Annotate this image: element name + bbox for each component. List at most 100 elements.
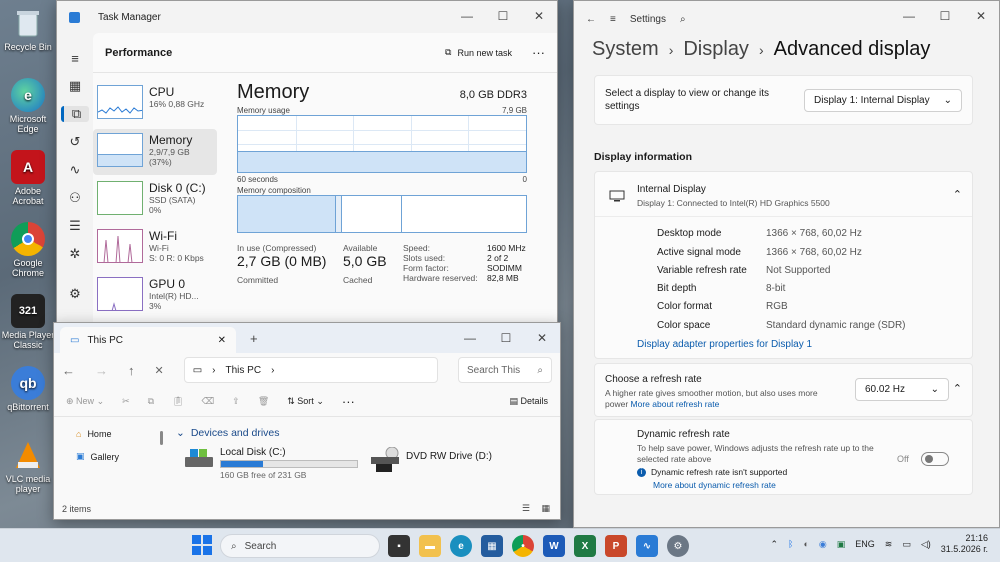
startup-apps-icon[interactable]: ∿ bbox=[70, 162, 81, 178]
close-icon[interactable]: ✕ bbox=[521, 1, 557, 31]
minimize-icon[interactable]: — bbox=[449, 1, 485, 31]
desktop-icon-vlc[interactable]: VLC media player bbox=[0, 438, 56, 494]
store-icon[interactable]: ▦ bbox=[481, 535, 503, 557]
gpu-thumbnail bbox=[97, 277, 143, 311]
drive-c[interactable]: Local Disk (C:) 160 GB free of 231 GB bbox=[184, 447, 358, 480]
info-key: Bit depth bbox=[657, 283, 697, 294]
drive-d[interactable]: DVD RW Drive (D:) bbox=[370, 446, 492, 476]
task-manager-icon[interactable]: ∿ bbox=[636, 535, 658, 557]
tray-app-icon[interactable]: ▣ bbox=[837, 539, 846, 550]
tiles-view-icon[interactable]: ▦ bbox=[541, 503, 550, 514]
tab-this-pc[interactable]: ▭ This PC ✕ bbox=[60, 327, 236, 353]
new-tab-icon[interactable]: + bbox=[250, 331, 258, 346]
perf-item-wifi[interactable]: Wi-Fi Wi-Fi S: 0 R: 0 Kbps bbox=[93, 225, 217, 271]
settings-gear-icon[interactable]: ⚙ bbox=[69, 286, 81, 302]
perf-item-disk[interactable]: Disk 0 (C:) SSD (SATA) 0% bbox=[93, 177, 217, 223]
close-icon[interactable]: ✕ bbox=[963, 1, 999, 31]
dynamic-refresh-title: Dynamic refresh rate bbox=[637, 429, 730, 440]
settings-gear-icon[interactable]: ⚙ bbox=[667, 535, 689, 557]
hamburger-menu-icon[interactable]: ≡ bbox=[71, 51, 79, 66]
desktop-icon-recycle-bin[interactable]: Recycle Bin bbox=[0, 6, 56, 52]
desktop-icon-qbittorrent[interactable]: qb qBittorrent bbox=[0, 366, 56, 412]
performance-icon[interactable]: ⧉ bbox=[61, 106, 89, 122]
new-button[interactable]: ⊕ New ⌄ bbox=[66, 396, 104, 407]
copy-icon[interactable]: ⧉ bbox=[148, 396, 154, 407]
perf-item-gpu[interactable]: GPU 0 Intel(R) HD... 3% bbox=[93, 273, 217, 319]
clock[interactable]: 21:16 31.5.2026 г. bbox=[941, 533, 988, 555]
hamburger-menu-icon[interactable]: ≡ bbox=[610, 14, 616, 25]
delete-icon[interactable]: 🗑︎ bbox=[258, 396, 269, 407]
desktop-icon-edge[interactable]: e Microsoft Edge bbox=[0, 78, 56, 134]
paste-icon[interactable]: 📋︎ bbox=[172, 396, 183, 407]
taskbar-search[interactable]: ⌕ Search bbox=[220, 534, 380, 558]
display-select-dropdown[interactable]: Display 1: Internal Display ⌄ bbox=[804, 88, 962, 112]
processes-icon[interactable]: ▦ bbox=[69, 78, 81, 94]
volume-icon[interactable]: ◁) bbox=[921, 539, 931, 550]
dynamic-refresh-toggle[interactable] bbox=[921, 452, 949, 466]
desktop-icon-mpc[interactable]: 321 Media Player Classic bbox=[0, 294, 56, 350]
minimize-icon[interactable]: — bbox=[891, 1, 927, 31]
devices-section-header[interactable]: ⌄ Devices and drives bbox=[176, 427, 560, 439]
users-icon[interactable]: ⚇ bbox=[69, 190, 81, 206]
file-explorer-icon[interactable]: ▬ bbox=[419, 535, 441, 557]
wifi-icon[interactable]: ≋ bbox=[885, 539, 893, 550]
refresh-rate-link[interactable]: More about refresh rate bbox=[631, 399, 720, 409]
run-new-task-button[interactable]: ⧉ Run new task bbox=[445, 47, 512, 58]
chevron-up-icon[interactable]: ⌃ bbox=[953, 382, 962, 395]
perf-item-cpu[interactable]: CPU 16% 0,88 GHz bbox=[93, 81, 217, 127]
rename-icon[interactable]: ⌫ bbox=[202, 396, 215, 407]
qbittorrent-tray-icon[interactable]: ◉ bbox=[819, 539, 827, 550]
forward-arrow-icon[interactable]: → bbox=[95, 363, 108, 378]
nav-pane-scrollbar[interactable] bbox=[160, 431, 163, 445]
address-bar[interactable]: ▭ › This PC › bbox=[183, 357, 438, 383]
start-button[interactable] bbox=[192, 535, 212, 558]
nav-item-gallery[interactable]: ▣ Gallery bbox=[76, 451, 162, 462]
bluetooth-icon[interactable]: ᛒ bbox=[788, 539, 793, 549]
powerpoint-icon[interactable]: P bbox=[605, 535, 627, 557]
refresh-rate-dropdown[interactable]: 60.02 Hz ⌄ bbox=[855, 378, 949, 401]
chrome-icon[interactable]: • bbox=[512, 535, 534, 557]
details-view-icon[interactable]: ☰ bbox=[522, 503, 530, 514]
chevron-up-icon[interactable]: ⌃ bbox=[771, 539, 779, 550]
maximize-icon[interactable]: ☐ bbox=[927, 1, 963, 31]
services-icon[interactable]: ✲ bbox=[70, 246, 81, 262]
up-arrow-icon[interactable]: ↑ bbox=[128, 363, 135, 378]
minimize-icon[interactable]: — bbox=[452, 323, 488, 353]
share-icon[interactable]: ⇪ bbox=[232, 396, 240, 407]
back-arrow-icon[interactable]: ← bbox=[62, 363, 75, 378]
nav-item-home[interactable]: ⌂ Home bbox=[76, 429, 162, 439]
breadcrumb-system[interactable]: System bbox=[592, 38, 659, 61]
details-icon[interactable]: ☰ bbox=[69, 218, 81, 234]
close-icon[interactable]: ✕ bbox=[524, 323, 560, 353]
search-box[interactable]: Search This ⌕ bbox=[458, 357, 552, 383]
chevron-up-icon[interactable]: ⌃ bbox=[953, 188, 962, 201]
search-icon[interactable]: ⌕ bbox=[680, 14, 686, 25]
maximize-icon[interactable]: ☐ bbox=[485, 1, 521, 31]
word-icon[interactable]: W bbox=[543, 535, 565, 557]
dynamic-refresh-link[interactable]: More about dynamic refresh rate bbox=[653, 480, 776, 490]
task-view-icon[interactable]: ▪ bbox=[388, 535, 410, 557]
desktop-icon-chrome[interactable]: Google Chrome bbox=[0, 222, 56, 278]
cut-icon[interactable]: ✂ bbox=[122, 396, 130, 407]
breadcrumb-display[interactable]: Display bbox=[683, 38, 749, 61]
details-button[interactable]: ▤ Details bbox=[509, 396, 548, 407]
tab-close-icon[interactable]: ✕ bbox=[218, 335, 226, 346]
perf-item-memory[interactable]: Memory 2,9/7,9 GB (37%) bbox=[93, 129, 217, 175]
excel-icon[interactable]: X bbox=[574, 535, 596, 557]
more-options-icon[interactable]: ··· bbox=[342, 394, 355, 409]
sort-button[interactable]: ⇅ Sort ⌄ bbox=[287, 396, 324, 407]
more-options-icon[interactable]: ··· bbox=[532, 45, 545, 60]
back-arrow-icon[interactable]: ← bbox=[586, 14, 596, 25]
breadcrumb: System › Display › Advanced display bbox=[592, 38, 930, 61]
desktop-icon-acrobat[interactable]: A Adobe Acrobat bbox=[0, 150, 56, 206]
language-indicator[interactable]: ENG bbox=[855, 539, 875, 549]
explorer-nav-bar: ← → ↑ ✕ ▭ › This PC › Search This ⌕ bbox=[54, 353, 560, 387]
battery-icon[interactable]: ▭ bbox=[902, 539, 911, 550]
app-history-icon[interactable]: ↺ bbox=[70, 134, 81, 150]
adapter-properties-link[interactable]: Display adapter properties for Display 1 bbox=[637, 339, 812, 350]
stop-icon[interactable]: ✕ bbox=[155, 364, 164, 377]
maximize-icon[interactable]: ☐ bbox=[488, 323, 524, 353]
edge-icon[interactable]: e bbox=[450, 535, 472, 557]
available-value: 5,0 GB bbox=[343, 253, 387, 269]
tray-app-icon[interactable]: ◐ bbox=[803, 539, 808, 549]
